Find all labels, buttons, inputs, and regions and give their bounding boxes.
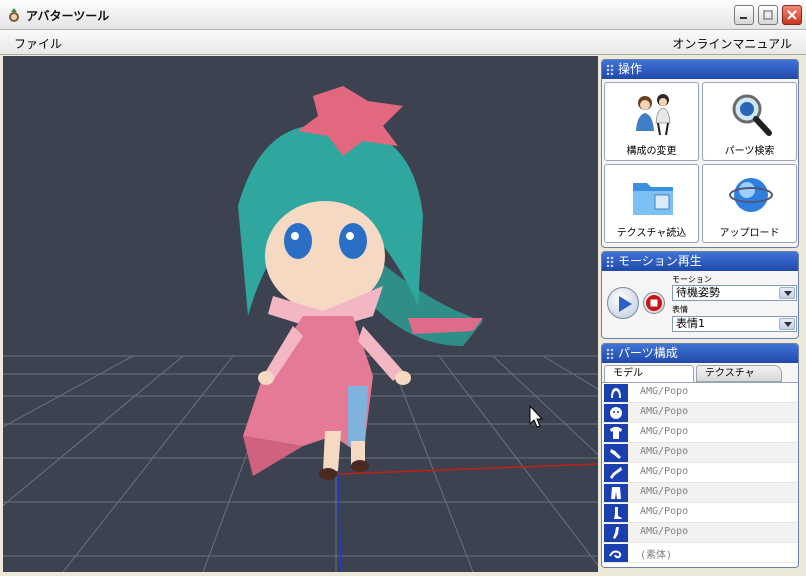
arm-icon [604, 464, 628, 482]
menu-bar: ファイル オンラインマニュアル [0, 30, 806, 55]
motion-panel-header: モーション再生 [602, 252, 798, 271]
hair-icon [604, 384, 628, 402]
list-item[interactable]: AMG/Popo [602, 423, 798, 443]
operations-title: 操作 [618, 62, 643, 76]
part-name: AMG/Popo [640, 386, 689, 397]
chevron-down-icon [784, 322, 792, 327]
app-icon [9, 8, 19, 22]
chevron-down-icon [784, 291, 792, 296]
y-axis-line [337, 473, 342, 572]
minimize-icon [740, 17, 747, 19]
part-name: (素体) [640, 550, 673, 561]
pants-icon [604, 484, 628, 502]
globe-icon [729, 178, 773, 212]
scene [3, 86, 598, 572]
people-icon [636, 94, 671, 136]
parts-list: AMG/Popo AMG/Popo AMG/Popo AMG/Popo AMG/… [602, 382, 798, 567]
shoe-icon [604, 524, 628, 542]
motion-select-value: 待機姿勢 [676, 286, 720, 299]
part-name: AMG/Popo [640, 466, 689, 477]
dropdown-arrow[interactable] [779, 318, 795, 330]
change-composition-button[interactable]: 構成の変更 [604, 82, 699, 161]
list-item[interactable]: AMG/Popo [602, 403, 798, 423]
motion-panel: モーション再生 モーション 待機姿勢 表情 表情1 [601, 251, 799, 339]
parts-panel-header: パーツ構成 [602, 344, 798, 363]
motion-select[interactable]: 待機姿勢 [672, 285, 797, 301]
minimize-button[interactable] [734, 5, 754, 25]
part-name: AMG/Popo [640, 526, 689, 537]
stop-icon [646, 295, 662, 311]
list-item[interactable]: AMG/Popo [602, 383, 798, 403]
part-name: AMG/Popo [640, 406, 689, 417]
dropdown-arrow[interactable] [779, 287, 795, 299]
tab-texture[interactable]: テクスチャ [696, 365, 782, 382]
leg-icon [604, 504, 628, 522]
close-button[interactable] [782, 5, 802, 25]
list-item[interactable]: AMG/Popo [602, 483, 798, 503]
part-name: AMG/Popo [640, 486, 689, 497]
stop-button[interactable] [643, 292, 665, 314]
change-composition-label: 構成の変更 [626, 146, 677, 157]
list-item[interactable]: (素体) [602, 543, 798, 563]
part-name: AMG/Popo [640, 426, 689, 437]
3d-viewport[interactable] [3, 56, 598, 572]
menu-file[interactable]: ファイル [14, 35, 62, 52]
parts-tabs: モデル テクスチャ [602, 365, 798, 382]
texture-load-label: テクスチャ読込 [616, 228, 687, 239]
upload-label: アップロード [719, 228, 780, 239]
window-title: アバターツール [26, 9, 110, 23]
motion-title: モーション再生 [618, 254, 702, 268]
magnifier-icon [732, 94, 772, 136]
part-name: AMG/Popo [640, 446, 689, 457]
tab-model[interactable]: モデル [604, 365, 694, 382]
parts-search-button[interactable]: パーツ検索 [702, 82, 797, 161]
upload-button[interactable]: アップロード [702, 164, 797, 243]
play-button[interactable] [607, 287, 639, 319]
glove-icon [604, 444, 628, 462]
maximize-icon [763, 10, 773, 20]
shirt-icon [604, 424, 628, 442]
parts-panel: パーツ構成 モデル テクスチャ AMG/Popo AMG/Popo AMG/Po… [601, 343, 799, 568]
list-item[interactable]: AMG/Popo [602, 443, 798, 463]
avatar-model [238, 86, 483, 480]
motion-label: モーション [672, 275, 712, 284]
list-item[interactable]: AMG/Popo [602, 523, 798, 543]
parts-title: パーツ構成 [618, 346, 678, 360]
play-icon [619, 296, 632, 312]
maximize-button[interactable] [758, 5, 778, 25]
operations-panel: 操作 構成の変更 パーツ検索 テクスチャ読込 アップロード [601, 59, 799, 248]
part-name: AMG/Popo [640, 506, 689, 517]
list-item[interactable]: AMG/Popo [602, 463, 798, 483]
title-bar: アバターツール [0, 0, 806, 30]
operations-panel-header: 操作 [602, 60, 798, 79]
x-axis-line [337, 463, 598, 475]
grip-icon [606, 348, 614, 359]
texture-load-button[interactable]: テクスチャ読込 [604, 164, 699, 243]
menu-online-manual[interactable]: オンラインマニュアル [672, 35, 792, 52]
expression-select[interactable]: 表情1 [672, 316, 797, 332]
grip-icon [606, 256, 614, 267]
expression-select-value: 表情1 [676, 317, 705, 330]
folder-icon [633, 183, 673, 215]
list-item[interactable]: AMG/Popo [602, 503, 798, 523]
close-icon [787, 10, 797, 20]
expression-label: 表情 [672, 305, 688, 314]
body-icon [604, 544, 628, 562]
parts-search-label: パーツ検索 [724, 146, 775, 157]
grip-icon [606, 64, 614, 75]
face-icon [604, 404, 628, 422]
